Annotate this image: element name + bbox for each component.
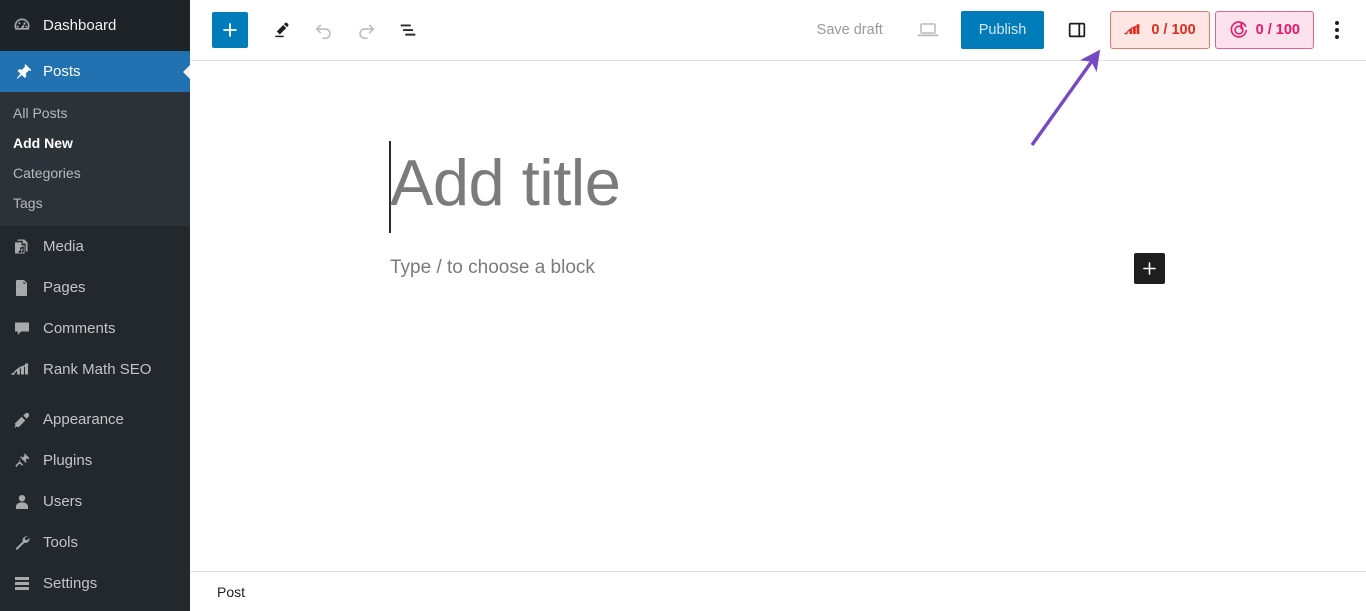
toolbar-right-group: Save draft Publish 0 / 100 0 / 100: [805, 11, 1354, 49]
submenu-item-tags[interactable]: Tags: [0, 188, 190, 218]
sidebar-item-dashboard[interactable]: Dashboard: [0, 0, 190, 51]
sidebar-admin-group: Appearance Plugins Users Tools Settings: [0, 399, 190, 604]
submenu-item-categories[interactable]: Categories: [0, 158, 190, 188]
breadcrumb-post[interactable]: Post: [217, 584, 245, 600]
wordpress-block-editor: Dashboard Posts All Posts Add New Catego…: [0, 0, 1366, 611]
kebab-dot: [1335, 35, 1339, 39]
sidebar-item-posts[interactable]: Posts: [0, 51, 190, 92]
content-ai-score-button[interactable]: 0 / 100: [1214, 11, 1314, 49]
editor-canvas[interactable]: Add title Type / to choose a block: [190, 61, 1366, 571]
content-ai-score-label: 0 / 100: [1255, 22, 1300, 38]
sidebar-item-label: Rank Math SEO: [43, 361, 152, 378]
settings-gear-icon: [11, 573, 33, 595]
dashboard-gauge-icon: [11, 15, 33, 37]
default-block-placeholder[interactable]: Type / to choose a block: [390, 257, 595, 279]
sidebar-item-appearance[interactable]: Appearance: [0, 399, 190, 440]
toggle-block-inserter-button[interactable]: [212, 12, 248, 48]
toolbar-left-group: [212, 11, 427, 49]
sidebar-divider: [0, 390, 190, 399]
tools-wrench-icon: [11, 532, 33, 554]
editor-toolbar: Save draft Publish 0 / 100 0 / 100: [190, 0, 1366, 61]
sidebar-item-label: Settings: [43, 575, 98, 592]
sidebar-item-plugins[interactable]: Plugins: [0, 440, 190, 481]
tools-pencil-icon-button[interactable]: [263, 11, 301, 49]
save-draft-button[interactable]: Save draft: [805, 16, 895, 44]
publish-button[interactable]: Publish: [960, 11, 1045, 49]
settings-sidebar-icon-button[interactable]: [1058, 11, 1096, 49]
kebab-dot: [1335, 21, 1339, 25]
comments-icon: [11, 318, 33, 340]
appearance-brush-icon: [11, 409, 33, 431]
document-overview-icon-button[interactable]: [389, 11, 427, 49]
submenu-item-all-posts[interactable]: All Posts: [0, 98, 190, 128]
plugins-plug-icon: [11, 450, 33, 472]
sidebar-item-label: Dashboard: [43, 17, 117, 34]
admin-sidebar: Dashboard Posts All Posts Add New Catego…: [0, 0, 190, 611]
sidebar-item-settings[interactable]: Settings: [0, 563, 190, 604]
sidebar-item-label: Media: [43, 238, 84, 255]
more-options-kebab-icon[interactable]: [1320, 11, 1354, 49]
editor-footer-breadcrumb: Post: [190, 571, 1366, 611]
sidebar-item-label: Users: [43, 493, 83, 510]
sidebar-item-pages[interactable]: Pages: [0, 267, 190, 308]
sidebar-content-group: Media Pages Comments Rank Math SEO: [0, 226, 190, 390]
sidebar-item-media[interactable]: Media: [0, 226, 190, 267]
sidebar-item-label: Posts: [43, 63, 81, 80]
seo-score-button[interactable]: 0 / 100: [1110, 11, 1210, 49]
rank-math-seo-score-icon: [1124, 22, 1144, 38]
content-ai-icon: [1229, 20, 1249, 40]
sidebar-item-rank-math-seo[interactable]: Rank Math SEO: [0, 349, 190, 390]
media-icon: [11, 236, 33, 258]
pages-icon: [11, 277, 33, 299]
seo-score-label: 0 / 100: [1151, 22, 1196, 38]
sidebar-item-users[interactable]: Users: [0, 481, 190, 522]
editor-main: Save draft Publish 0 / 100 0 / 100 Add t…: [190, 0, 1366, 611]
posts-submenu: All Posts Add New Categories Tags: [0, 92, 190, 226]
kebab-dot: [1335, 28, 1339, 32]
sidebar-item-tools[interactable]: Tools: [0, 522, 190, 563]
sidebar-item-label: Pages: [43, 279, 86, 296]
sidebar-item-label: Appearance: [43, 411, 124, 428]
add-block-plus-icon-button[interactable]: [1134, 253, 1165, 284]
rank-math-icon: [11, 359, 33, 381]
post-title-input[interactable]: Add title: [390, 147, 621, 219]
sidebar-item-comments[interactable]: Comments: [0, 308, 190, 349]
redo-arrow-icon-button[interactable]: [347, 11, 385, 49]
sidebar-item-label: Comments: [43, 320, 116, 337]
preview-laptop-icon-button[interactable]: [909, 11, 947, 49]
users-icon: [11, 491, 33, 513]
sidebar-item-label: Tools: [43, 534, 79, 551]
sidebar-item-label: Plugins: [43, 452, 93, 469]
pin-icon: [11, 61, 33, 83]
sidebar-top-group: Dashboard: [0, 0, 190, 51]
undo-arrow-icon-button[interactable]: [305, 11, 343, 49]
submenu-item-add-new[interactable]: Add New: [0, 128, 190, 158]
